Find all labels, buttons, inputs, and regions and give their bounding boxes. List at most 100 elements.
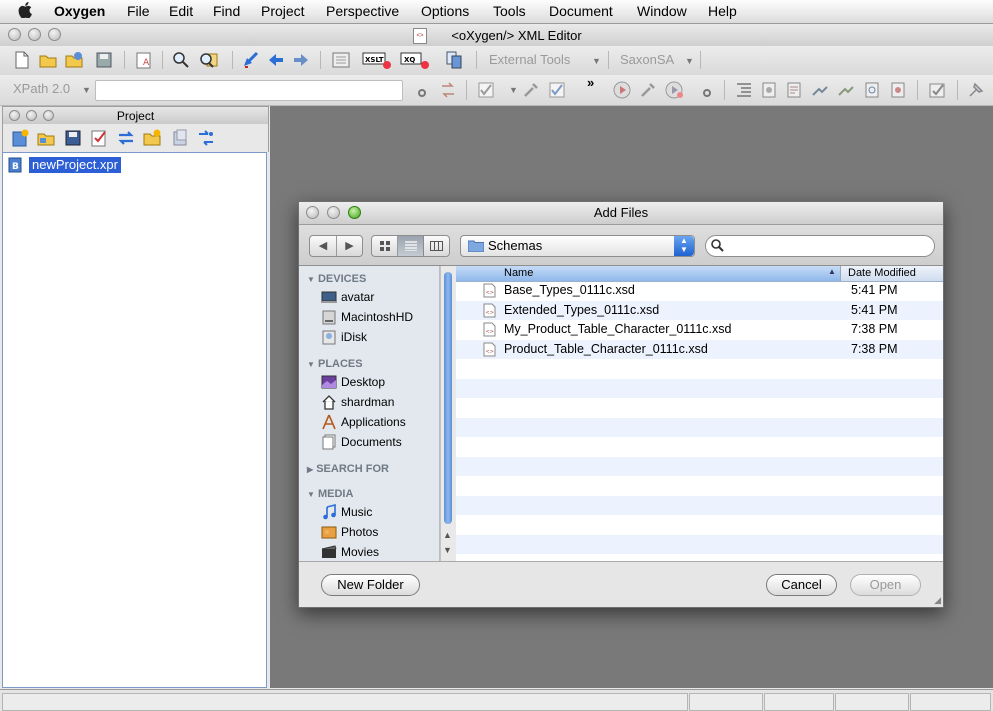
- movies-icon: [321, 544, 337, 560]
- canonicalize-icon[interactable]: [862, 80, 882, 100]
- forward-arrow-icon[interactable]: [291, 50, 311, 70]
- configure-scenario-icon[interactable]: [331, 50, 351, 70]
- scroll-up-icon[interactable]: ▲: [443, 530, 452, 540]
- scrollbar-thumb[interactable]: [444, 272, 452, 524]
- chevron-down-icon[interactable]: ▼: [685, 56, 694, 66]
- resize-grip-icon[interactable]: ◢: [934, 595, 941, 606]
- file-row[interactable]: <> Product_Table_Character_0111c.xsd 7:3…: [456, 339, 943, 359]
- xsd-file-icon: <>: [483, 342, 496, 357]
- external-tools-dropdown[interactable]: External Tools: [489, 52, 570, 67]
- new-file-icon[interactable]: [12, 50, 32, 70]
- forward-icon[interactable]: ▶: [337, 236, 362, 256]
- configure-transformation-icon[interactable]: [638, 80, 658, 100]
- toolbar-separator: [476, 51, 477, 69]
- file-row[interactable]: <> Extended_Types_0111c.xsd 5:41 PM: [456, 300, 943, 320]
- link-editor-icon[interactable]: [196, 128, 216, 148]
- status-bar: [0, 689, 993, 711]
- validate-icon[interactable]: [476, 80, 496, 100]
- sidebar-section-devices[interactable]: ▼ DEVICES: [307, 273, 366, 285]
- dialog-toolbar: ◀ ▶ Schemas ▲ ▼: [299, 225, 943, 266]
- xquery-debugger-icon[interactable]: XQ: [400, 50, 430, 70]
- back-arrow-icon[interactable]: [266, 50, 286, 70]
- back-icon[interactable]: ◀: [310, 236, 337, 256]
- open-folder-icon[interactable]: [38, 50, 58, 70]
- save-project-icon[interactable]: [63, 128, 83, 148]
- sidebar-section-search-for[interactable]: ▶ SEARCH FOR: [307, 463, 389, 475]
- pin-icon[interactable]: [966, 80, 986, 100]
- menu-options[interactable]: Options: [421, 3, 469, 19]
- xpath-version-dropdown[interactable]: XPath 2.0: [13, 81, 70, 96]
- find-in-files-icon[interactable]: [198, 50, 218, 70]
- new-folder-button[interactable]: New Folder: [321, 574, 420, 596]
- menu-find[interactable]: Find: [213, 3, 240, 19]
- open-project-icon[interactable]: [36, 128, 56, 148]
- menu-file[interactable]: File: [127, 3, 150, 19]
- apply-transformation-icon[interactable]: [612, 80, 632, 100]
- new-folder-icon[interactable]: [142, 128, 162, 148]
- validation-options-icon[interactable]: [521, 80, 541, 100]
- synchronize-icon[interactable]: [116, 128, 136, 148]
- location-popup[interactable]: Schemas ▲ ▼: [460, 235, 695, 257]
- menu-project[interactable]: Project: [261, 3, 305, 19]
- sidebar-section-places[interactable]: ▼ PLACES: [307, 358, 363, 370]
- chevron-down-icon[interactable]: ▼: [509, 85, 518, 95]
- convert-icon[interactable]: [810, 80, 830, 100]
- menu-edit[interactable]: Edit: [169, 3, 193, 19]
- menu-document[interactable]: Document: [549, 3, 613, 19]
- new-project-icon[interactable]: [10, 128, 30, 148]
- xslt-debugger-icon[interactable]: XSLT: [362, 50, 392, 70]
- menu-window[interactable]: Window: [637, 3, 687, 19]
- check-well-formed-icon[interactable]: [547, 80, 567, 100]
- validate-project-icon[interactable]: [89, 128, 109, 148]
- search-input[interactable]: [705, 235, 935, 257]
- scenario-settings-icon[interactable]: [697, 83, 717, 103]
- menu-tools[interactable]: Tools: [493, 3, 526, 19]
- column-header-date[interactable]: Date Modified: [848, 267, 916, 279]
- home-icon: [321, 394, 337, 410]
- menu-help[interactable]: Help: [708, 3, 737, 19]
- project-tree[interactable]: B newProject.xpr: [2, 152, 267, 688]
- schema-icon[interactable]: [759, 80, 779, 100]
- project-item-label: newProject.xpr: [29, 157, 121, 173]
- xpath-settings-icon[interactable]: [412, 81, 432, 101]
- sidebar-section-media[interactable]: ▼ MEDIA: [307, 488, 353, 500]
- toolbar-overflow-icon[interactable]: »: [587, 75, 594, 90]
- sort-ascending-icon: ▲: [828, 267, 836, 276]
- chevron-down-icon[interactable]: ▼: [592, 56, 601, 66]
- cancel-button[interactable]: Cancel: [766, 574, 837, 596]
- scroll-down-icon[interactable]: ▼: [443, 545, 452, 555]
- toolbar-separator: [124, 51, 125, 69]
- toolbar-separator: [917, 80, 918, 100]
- apple-menu-icon[interactable]: [18, 2, 32, 23]
- tree-editor-icon[interactable]: [444, 50, 464, 70]
- transformer-dropdown[interactable]: SaxonSA: [620, 52, 674, 67]
- file-list[interactable]: Name ▲ Date Modified <> Base_Types_0111c…: [456, 266, 943, 561]
- empty-row: [456, 456, 943, 476]
- menu-perspective[interactable]: Perspective: [326, 3, 399, 19]
- go-to-modification-icon[interactable]: [241, 50, 261, 70]
- xpath-run-icon[interactable]: [438, 80, 458, 100]
- file-row[interactable]: <> Base_Types_0111c.xsd 5:41 PM: [456, 281, 943, 301]
- svg-text:B: B: [12, 162, 19, 172]
- app-menu[interactable]: Oxygen: [54, 3, 105, 19]
- sidebar-scrollbar[interactable]: ▲ ▼: [440, 266, 456, 561]
- icon-view-icon[interactable]: [372, 236, 398, 256]
- generate-docs-icon[interactable]: [784, 80, 804, 100]
- file-row[interactable]: <> My_Product_Table_Character_0111c.xsd …: [456, 320, 943, 340]
- add-files-icon[interactable]: [170, 128, 190, 148]
- xpath-input[interactable]: [95, 80, 403, 101]
- list-view-icon[interactable]: [398, 236, 424, 256]
- flatten-schema-icon[interactable]: [836, 80, 856, 100]
- column-header-name[interactable]: Name ▲: [456, 266, 841, 281]
- edit-file-icon[interactable]: A: [134, 50, 154, 70]
- sign-icon[interactable]: [888, 80, 908, 100]
- format-indent-icon[interactable]: [734, 80, 754, 100]
- find-icon[interactable]: [171, 50, 191, 70]
- save-icon[interactable]: [94, 50, 114, 70]
- debug-scenario-icon[interactable]: [664, 80, 684, 100]
- chevron-down-icon[interactable]: ▼: [82, 85, 91, 95]
- open-url-icon[interactable]: [64, 50, 84, 70]
- verify-signature-icon[interactable]: [927, 80, 947, 100]
- open-button[interactable]: Open: [850, 574, 921, 596]
- column-view-icon[interactable]: [424, 236, 449, 256]
